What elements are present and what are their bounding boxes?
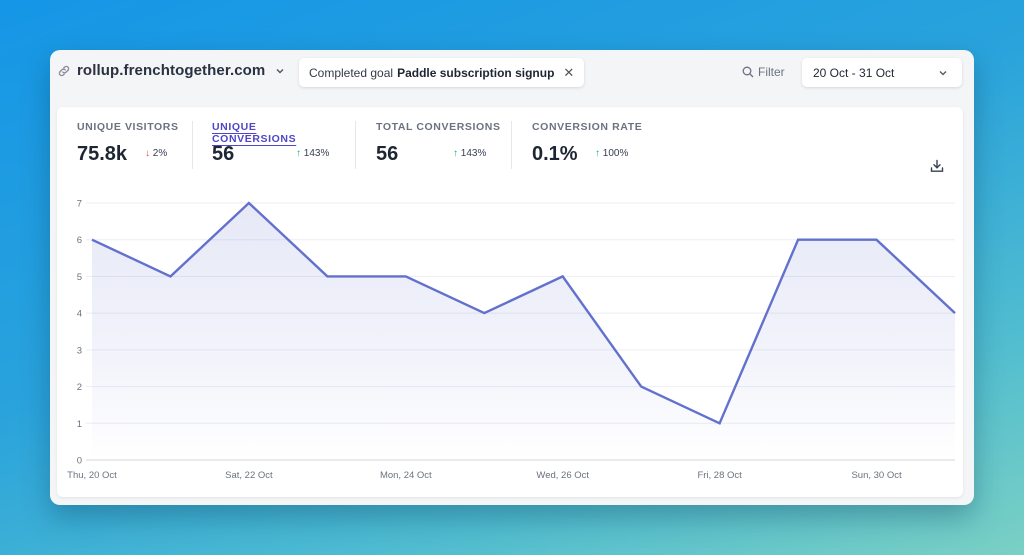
arrow-up-icon: ↑ — [296, 148, 301, 159]
y-tick-label: 4 — [77, 309, 82, 320]
data-point[interactable] — [167, 273, 173, 279]
stat-delta: ↑ 143% — [453, 148, 486, 159]
data-point[interactable] — [324, 273, 330, 279]
site-switcher[interactable]: rollup.frenchtogether.com — [57, 62, 285, 79]
data-point[interactable] — [638, 384, 644, 390]
data-point[interactable] — [560, 273, 566, 279]
top-bar: rollup.frenchtogether.com Completed goal… — [50, 50, 974, 98]
stat-delta-value: 143% — [460, 148, 487, 159]
stat-divider — [192, 121, 193, 169]
stat-label: UNIQUE VISITORS — [77, 121, 179, 133]
stat-value: 56 — [376, 143, 399, 165]
stat-label: CONVERSION RATE — [532, 121, 643, 133]
series-area — [92, 203, 955, 460]
stat-divider — [355, 121, 356, 169]
chevron-down-icon — [939, 71, 947, 76]
stat-delta-value: 100% — [602, 148, 629, 159]
data-point[interactable] — [795, 237, 801, 243]
data-point[interactable] — [89, 237, 95, 243]
stat-value: 0.1% — [532, 143, 578, 165]
goal-filter-chip[interactable]: Completed goal Paddle subscription signu… — [299, 58, 585, 87]
stat-delta-value: 143% — [303, 148, 330, 159]
stat-delta: ↑ 143% — [296, 148, 329, 159]
dashboard-frame: rollup.frenchtogether.com Completed goal… — [50, 50, 974, 505]
y-tick-label: 7 — [77, 199, 82, 210]
search-icon — [742, 66, 754, 78]
date-range-picker[interactable]: 20 Oct - 31 Oct — [802, 58, 962, 87]
stats-row: UNIQUE VISITORS 75.8k ↓ 2% UNIQUE CONVER… — [57, 107, 963, 177]
stat-value: 75.8k — [77, 143, 128, 165]
y-tick-label: 1 — [77, 419, 82, 430]
stat-delta-value: 2% — [152, 148, 168, 159]
x-axis-ticks: Thu, 20 Oct Sat, 22 Oct Mon, 24 Oct Wed, 26… — [67, 470, 902, 481]
arrow-down-icon: ↓ — [145, 148, 150, 159]
close-icon[interactable]: ✕ — [563, 65, 574, 81]
data-point[interactable] — [403, 273, 409, 279]
stat-divider — [511, 121, 512, 169]
stat-conversion-rate[interactable]: CONVERSION RATE 0.1% ↑ 100% — [532, 121, 662, 169]
download-icon[interactable] — [930, 159, 944, 173]
x-tick-label: Thu, 20 Oct — [67, 470, 117, 481]
stat-label: TOTAL CONVERSIONS — [376, 121, 501, 133]
stat-label: UNIQUE CONVERSIONS — [212, 121, 297, 145]
data-point[interactable] — [717, 420, 723, 426]
y-tick-label: 2 — [77, 382, 82, 393]
y-tick-label: 0 — [77, 456, 82, 467]
y-axis-ticks: 0 1 2 3 4 5 6 7 — [77, 199, 82, 467]
site-name[interactable]: rollup.frenchtogether.com — [77, 62, 265, 79]
date-range-label: 20 Oct - 31 Oct — [813, 65, 895, 80]
arrow-up-icon: ↑ — [595, 148, 600, 159]
conversions-line-chart: 0 1 2 3 4 5 6 7 Thu, 20 Oct Sat, 22 Oct Mon, 24 O… — [67, 199, 958, 481]
data-point[interactable] — [481, 310, 487, 316]
x-tick-label: Mon, 24 Oct — [380, 470, 432, 481]
stat-total-conversions[interactable]: TOTAL CONVERSIONS 56 ↑ 143% — [376, 121, 506, 169]
stats-card: UNIQUE VISITORS 75.8k ↓ 2% UNIQUE CONVER… — [57, 107, 963, 497]
y-tick-label: 5 — [77, 272, 82, 283]
goal-filter-name: Paddle subscription signup — [397, 65, 555, 80]
chevron-down-icon[interactable] — [275, 66, 285, 76]
stat-delta: ↓ 2% — [145, 148, 167, 159]
filter-label: Filter — [758, 65, 785, 79]
filter-button[interactable]: Filter — [742, 65, 785, 79]
x-tick-label: Sat, 22 Oct — [225, 470, 273, 481]
x-tick-label: Wed, 26 Oct — [536, 470, 589, 481]
stat-unique-conversions[interactable]: UNIQUE CONVERSIONS 56 ↑ 143% — [212, 121, 342, 169]
link-icon — [58, 65, 70, 76]
arrow-up-icon: ↑ — [453, 148, 458, 159]
x-tick-label: Fri, 28 Oct — [697, 470, 742, 481]
data-point[interactable] — [246, 200, 252, 206]
data-point[interactable] — [952, 310, 958, 316]
stat-delta: ↑ 100% — [595, 148, 628, 159]
stat-value: 56 — [212, 143, 235, 165]
goal-filter-prefix: Completed goal — [309, 65, 394, 80]
x-tick-label: Sun, 30 Oct — [851, 470, 902, 481]
y-tick-label: 3 — [77, 345, 82, 356]
y-tick-label: 6 — [77, 235, 82, 246]
stat-unique-visitors[interactable]: UNIQUE VISITORS 75.8k ↓ 2% — [77, 121, 187, 169]
data-point[interactable] — [874, 237, 880, 243]
